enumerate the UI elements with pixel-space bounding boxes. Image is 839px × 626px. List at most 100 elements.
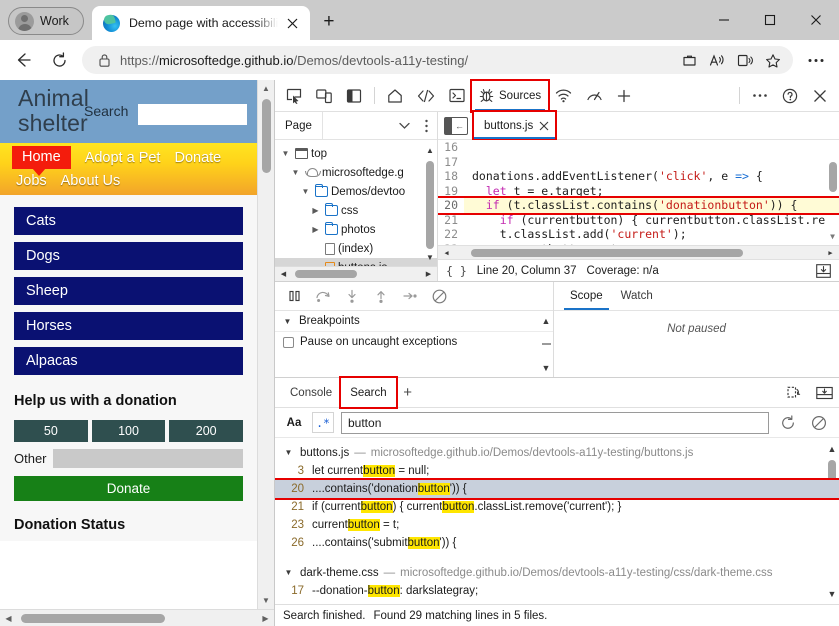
category-button-alpacas[interactable]: Alpacas <box>14 347 243 375</box>
editor-horizontal-scrollbar[interactable]: ◀ ▶ <box>438 245 839 259</box>
panel-tab-sources[interactable]: Sources <box>472 81 548 111</box>
category-button-cats[interactable]: Cats <box>14 207 243 235</box>
scrollbar-thumb[interactable] <box>21 614 165 623</box>
twisty-icon[interactable]: ▼ <box>279 149 292 158</box>
panel-tab-elements[interactable] <box>410 81 442 111</box>
result-line[interactable]: 21 if (currentbutton) { currentbutton.cl… <box>275 498 839 516</box>
twisty-icon[interactable]: ▼ <box>299 187 312 196</box>
scroll-down-icon[interactable]: ▼ <box>824 585 839 602</box>
device-emulation-icon[interactable] <box>309 83 339 109</box>
amount-button-200[interactable]: 200 <box>169 420 243 442</box>
scroll-up-icon[interactable]: ▲ <box>824 440 839 457</box>
maximize-button[interactable] <box>747 0 793 40</box>
profile-button[interactable]: Work <box>8 7 84 35</box>
category-button-dogs[interactable]: Dogs <box>14 242 243 270</box>
scroll-down-icon[interactable]: ▼ <box>824 228 839 245</box>
scroll-up-icon[interactable]: ▲ <box>422 142 438 159</box>
tree-node-origin[interactable]: ▼ microsoftedge.g <box>275 163 437 182</box>
search-results[interactable]: ▼ buttons.js — microsoftedge.github.io/D… <box>275 438 839 604</box>
scroll-left-icon[interactable]: ◀ <box>0 610 17 626</box>
nav-link-donate[interactable]: Donate <box>174 150 221 166</box>
nav-link-adopt-a-pet[interactable]: Adopt a Pet <box>85 150 161 166</box>
drawer-tab-search[interactable]: Search <box>341 378 395 407</box>
amount-button-50[interactable]: 50 <box>14 420 88 442</box>
checkbox[interactable] <box>283 337 294 348</box>
dock-side-icon[interactable] <box>339 83 369 109</box>
page-horizontal-scrollbar[interactable]: ◀ ▶ <box>0 609 274 626</box>
clear-icon[interactable] <box>807 412 831 434</box>
navigator-tab-page[interactable]: Page <box>275 112 323 139</box>
file-tree[interactable]: ▼ top ▼ microsoftedge.g ▼ Demos/d <box>275 140 437 266</box>
result-line[interactable]: 26 ....contains('submitbutton')) { <box>275 534 839 552</box>
chevron-down-icon[interactable] <box>393 113 415 139</box>
scrollbar-thumb[interactable] <box>295 270 357 278</box>
twisty-icon[interactable]: ▶ <box>309 225 322 234</box>
inspect-icon[interactable] <box>279 83 309 109</box>
close-icon[interactable] <box>282 12 304 34</box>
scroll-up-icon[interactable]: ▲ <box>258 80 275 97</box>
open-drawer-icon[interactable] <box>816 264 831 278</box>
read-aloud-icon[interactable] <box>703 48 731 72</box>
panel-tab-console[interactable] <box>442 81 472 111</box>
dock-drawer-icon[interactable] <box>809 381 839 405</box>
search-input[interactable]: button <box>341 412 769 434</box>
add-panel-icon[interactable] <box>610 81 638 111</box>
scroll-down-icon[interactable]: ▼ <box>258 592 275 609</box>
collections-icon[interactable] <box>675 48 703 72</box>
scrollbar-thumb[interactable] <box>829 162 837 192</box>
scrollbar-thumb[interactable] <box>471 249 743 257</box>
twisty-icon[interactable]: ▼ <box>281 317 294 326</box>
twisty-icon[interactable]: ▼ <box>289 168 302 177</box>
navigator-more-icon[interactable] <box>415 113 437 139</box>
step-over-icon[interactable] <box>310 284 336 308</box>
result-line[interactable]: 3 let currentbutton = null; <box>275 462 839 480</box>
result-line[interactable]: 23 currentbutton = t; <box>275 516 839 534</box>
close-window-button[interactable] <box>793 0 839 40</box>
results-scrollbar[interactable]: ▲ ▼ <box>825 440 839 602</box>
tree-node-photos[interactable]: ▶ photos <box>275 220 437 239</box>
tab-watch[interactable]: Watch <box>613 282 661 310</box>
scroll-down-icon[interactable]: ▼ <box>538 359 554 376</box>
tree-horizontal-scrollbar[interactable]: ◀ ▶ <box>275 266 437 281</box>
breakpoints-scrollbar[interactable]: ▲ ▼ <box>539 311 553 377</box>
tree-node-index[interactable]: (index) <box>275 239 437 258</box>
search-input[interactable] <box>138 104 247 125</box>
scroll-right-icon[interactable]: ▶ <box>822 244 839 259</box>
close-icon[interactable] <box>539 121 549 131</box>
nav-link-home[interactable]: Home <box>12 146 71 169</box>
result-line-selected[interactable]: 20 ....contains('donationbutton')) { <box>275 480 839 498</box>
tree-vertical-scrollbar[interactable]: ▲ ▼ <box>423 142 437 266</box>
category-button-horses[interactable]: Horses <box>14 312 243 340</box>
page-vertical-scrollbar[interactable]: ▲ ▼ <box>257 80 274 609</box>
code-editor[interactable]: 16 17 18donations.addEventListener('clic… <box>438 140 839 259</box>
step-icon[interactable] <box>397 284 423 308</box>
add-drawer-tab-icon[interactable]: + <box>396 381 420 405</box>
back-icon[interactable] <box>6 45 40 75</box>
scroll-left-icon[interactable]: ◀ <box>275 266 292 283</box>
pause-resume-icon[interactable] <box>281 284 307 308</box>
amount-button-100[interactable]: 100 <box>92 420 166 442</box>
help-icon[interactable] <box>775 83 805 109</box>
tree-node-demos[interactable]: ▼ Demos/devtoo <box>275 182 437 201</box>
other-amount-input[interactable] <box>53 449 243 468</box>
more-tools-icon[interactable] <box>745 83 775 109</box>
deactivate-breakpoints-icon[interactable] <box>426 284 452 308</box>
scrollbar-thumb[interactable] <box>426 161 434 249</box>
match-case-toggle[interactable]: Aa <box>283 412 305 433</box>
editor-file-tab-buttons-js[interactable]: buttons.js <box>474 112 555 139</box>
tree-node-top[interactable]: ▼ top <box>275 144 437 163</box>
regex-toggle[interactable]: .* <box>312 412 334 433</box>
show-navigator-icon[interactable]: ← <box>444 117 468 135</box>
editor-vertical-scrollbar[interactable]: ▼ <box>826 140 839 245</box>
result-file-header[interactable]: ▼ dark-theme.css — microsoftedge.github.… <box>275 563 839 582</box>
donate-button[interactable]: Donate <box>14 476 243 501</box>
nav-link-about-us[interactable]: About Us <box>61 173 121 189</box>
tab-scope[interactable]: Scope <box>562 282 611 310</box>
breakpoints-header[interactable]: ▼ Breakpoints <box>275 311 553 332</box>
drawer-tab-console[interactable]: Console <box>281 378 341 407</box>
scroll-right-icon[interactable]: ▶ <box>420 266 437 283</box>
drawer-settings-icon[interactable] <box>779 381 809 405</box>
favorite-icon[interactable] <box>759 48 787 72</box>
panel-tab-network[interactable] <box>548 81 579 111</box>
scroll-down-icon[interactable]: ▼ <box>422 249 438 266</box>
